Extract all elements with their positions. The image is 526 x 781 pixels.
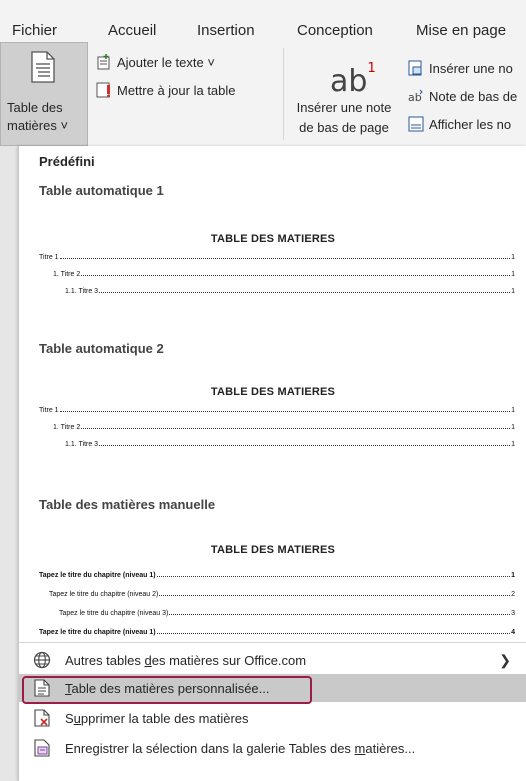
remove-toc-item[interactable]: Supprimer la table des matières <box>19 704 526 732</box>
insert-footnote-label: Insérer une note de bas de page <box>288 98 400 138</box>
chevron-right-icon: ❯ <box>499 651 511 668</box>
remove-doc-icon <box>31 707 53 729</box>
toc-preview-line: Tapez le titre du chapitre (niveau 2) 2 <box>49 591 515 598</box>
tab-fichier[interactable]: Fichier <box>12 22 57 39</box>
toc-label-line1: Table des <box>7 100 63 115</box>
toc-preview-line: 1. Titre 21 <box>53 271 515 278</box>
toc-preview-line: 1.1. Titre 31 <box>65 288 515 295</box>
auto-table-2-name: Table automatique 2 <box>39 341 164 356</box>
tab-accueil[interactable]: Accueil <box>108 22 156 39</box>
footnote-label-line1: Insérer une note <box>296 100 392 115</box>
ribbon: Table des matières ˅ Ajouter le texte ˅ … <box>0 42 526 146</box>
tab-conception[interactable]: Conception <box>297 22 373 39</box>
show-notes-icon <box>408 116 424 132</box>
toc-preview-line: Titre 11 <box>39 407 515 414</box>
toc-preview-line: Tapez le titre du chapitre (niveau 1) 4 <box>39 629 515 636</box>
highlight-box <box>22 676 312 704</box>
save-gallery-icon <box>31 737 53 759</box>
manual-table-name: Table des matières manuelle <box>39 497 216 512</box>
tab-insertion[interactable]: Insertion <box>197 22 255 39</box>
tab-mise-en-page[interactable]: Mise en page <box>416 22 506 39</box>
manual-table-preview-title: TABLE DES MATIERES <box>210 544 336 556</box>
add-text-button[interactable]: Ajouter le texte ˅ <box>96 54 215 70</box>
show-notes-button[interactable]: Afficher les no <box>408 116 511 132</box>
update-table-label: Mettre à jour la table <box>117 82 236 98</box>
svg-text:ab: ab <box>408 91 422 104</box>
auto-table-2-preview-title: TABLE DES MATIERES <box>210 386 336 398</box>
footnote-label-line2: de bas de page <box>299 120 389 135</box>
globe-icon <box>31 649 53 671</box>
toc-preview-line: Tapez le titre du chapitre (niveau 1) 1 <box>39 572 515 579</box>
toc-preview-line: Tapez le titre du chapitre (niveau 3) 3 <box>59 610 515 617</box>
remove-toc-label: Supprimer la table des matières <box>65 710 249 726</box>
add-text-label: Ajouter le texte ˅ <box>117 54 215 70</box>
next-footnote-button[interactable]: ab Note de bas de <box>408 88 518 105</box>
next-footnote-icon: ab <box>408 89 423 104</box>
footnote-ab-icon: ab1 <box>330 61 376 99</box>
toc-document-icon <box>31 51 55 83</box>
menu-separator <box>19 642 526 643</box>
auto-table-1-preview-title: TABLE DES MATIERES <box>210 233 336 245</box>
next-footnote-label: Note de bas de <box>429 88 518 104</box>
toc-preview-line: 1. Titre 21 <box>53 424 515 431</box>
more-tocs-label: Autres tables des matières sur Office.co… <box>65 652 307 668</box>
gallery-header: Prédéfini <box>39 154 95 169</box>
toc-preview-line: Titre 11 <box>39 254 515 261</box>
save-selection-item[interactable]: Enregistrer la sélection dans la galerie… <box>19 734 526 762</box>
toc-gallery: Prédéfini Table automatique 1 TABLE DES … <box>19 146 526 642</box>
auto-table-1-name: Table automatique 1 <box>39 183 164 198</box>
update-table-icon <box>96 82 110 98</box>
toc-dropdown-panel: Prédéfini Table automatique 1 TABLE DES … <box>18 146 526 781</box>
update-table-button[interactable]: Mettre à jour la table <box>96 82 236 98</box>
save-selection-label: Enregistrer la sélection dans la galerie… <box>65 740 416 756</box>
show-notes-label: Afficher les no <box>429 116 512 132</box>
toc-label-line2: matières ˅ <box>7 118 69 133</box>
more-tocs-office-item[interactable]: Autres tables des matières sur Office.co… <box>19 646 526 674</box>
insert-endnote-label: Insérer une no <box>429 60 513 76</box>
document-left-margin <box>0 146 18 781</box>
insert-endnote-button[interactable]: Insérer une no <box>408 60 513 76</box>
ribbon-separator <box>283 48 284 140</box>
toc-dropdown-button[interactable]: Table des matières ˅ <box>0 42 88 146</box>
toc-preview-line: 1.1. Titre 31 <box>65 441 515 448</box>
toc-button-label: Table des matières ˅ <box>7 99 68 135</box>
add-text-icon <box>97 54 110 70</box>
endnote-icon <box>408 60 422 76</box>
ribbon-tabs: Fichier Accueil Insertion Conception Mis… <box>0 0 526 42</box>
